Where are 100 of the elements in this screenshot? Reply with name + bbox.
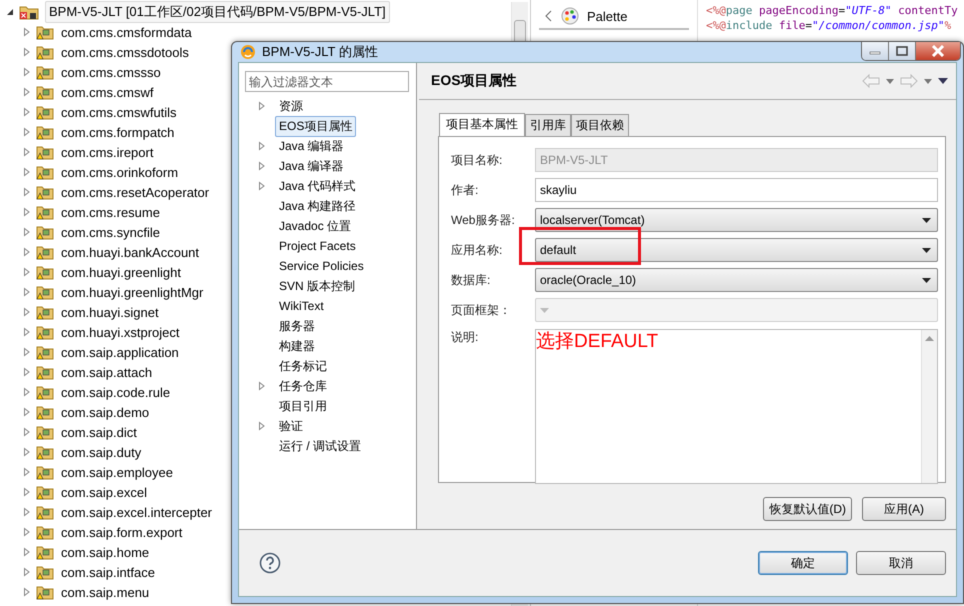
tab[interactable]: 项目基本属性 [439,113,525,136]
nav-item[interactable]: Java 编译器 [275,156,348,176]
tree-item[interactable]: BPM-V5-JLT [01工作区/02项目代码/BPM-V5/BPM-V5-JLT] [45,1,390,23]
tree-item[interactable]: com.cms.cmswf [58,84,156,100]
expand-icon[interactable] [22,47,32,57]
nav-item[interactable]: Java 构建路径 [275,196,360,216]
expand-icon[interactable] [257,161,267,171]
expand-icon[interactable] [22,287,32,297]
tree-item[interactable]: com.saip.excel.intercepter [58,504,216,520]
nav-item[interactable]: 任务仓库 [275,376,331,396]
tree-item[interactable]: com.huayi.greenlightMgr [58,284,206,300]
expand-icon[interactable] [22,447,32,457]
nav-item[interactable]: 任务标记 [275,356,331,376]
text-field[interactable]: skayliu [535,178,938,202]
nav-item[interactable]: 项目引用 [275,396,331,416]
nav-item[interactable]: 服务器 [275,316,319,336]
tree-item[interactable]: com.saip.application [58,344,182,360]
expand-icon[interactable] [22,547,32,557]
scrollbar[interactable] [921,330,937,483]
tree-item[interactable]: com.cms.resetAcoperator [58,184,212,200]
expand-icon[interactable] [257,181,267,191]
tree-item[interactable]: com.saip.menu [58,584,152,600]
expand-icon[interactable] [22,527,32,537]
expand-icon[interactable] [22,487,32,497]
expand-icon[interactable] [22,467,32,477]
nav-item[interactable]: 资源 [275,96,307,116]
tree-item[interactable]: com.saip.home [58,544,152,560]
expand-icon[interactable] [22,327,32,337]
tree-item[interactable]: com.saip.employee [58,464,176,480]
tree-item[interactable]: com.saip.duty [58,444,144,460]
expand-icon[interactable] [257,421,267,431]
tree-item[interactable]: com.cms.cmssdotools [58,44,192,60]
maximize-button[interactable] [889,42,916,60]
tree-item[interactable]: com.saip.code.rule [58,384,174,400]
tree-item[interactable]: com.cms.cmswfutils [58,104,180,120]
expand-icon[interactable] [22,567,32,577]
dropdown[interactable]: oracle(Oracle_10) [535,268,938,292]
expand-icon[interactable] [22,227,32,237]
nav-item[interactable]: Java 代码样式 [275,176,360,196]
tree-item[interactable]: com.cms.formpatch [58,124,178,140]
tree-item[interactable]: com.cms.resume [58,204,163,220]
nav-item[interactable]: Service Policies [275,257,368,275]
expand-icon[interactable] [22,87,32,97]
nav-item[interactable]: Javadoc 位置 [275,216,356,236]
tab[interactable]: 引用库 [525,114,571,136]
expand-icon[interactable] [22,167,32,177]
ok-button[interactable]: 确定 [758,551,848,575]
expand-icon[interactable] [22,107,32,117]
nav-item[interactable]: 验证 [275,416,307,436]
nav-item[interactable]: WikiText [275,297,328,315]
tree-item[interactable]: com.huayi.signet [58,304,162,320]
dropdown[interactable]: localserver(Tomcat) [535,208,938,232]
tree-item[interactable]: com.cms.orinkoform [58,164,182,180]
button[interactable]: 应用(A) [862,497,946,521]
cancel-button[interactable]: 取消 [856,551,946,575]
tree-item[interactable]: com.saip.form.export [58,524,186,540]
expand-icon[interactable] [22,67,32,77]
expand-icon[interactable] [22,347,32,357]
tree-item[interactable]: com.huayi.bankAccount [58,244,202,260]
expand-icon[interactable] [257,141,267,151]
tree-item[interactable]: com.huayi.greenlight [58,264,184,280]
description-field[interactable]: 选择DEFAULT [535,329,938,484]
expand-icon[interactable] [22,407,32,417]
nav-item[interactable]: Java 编辑器 [275,136,348,156]
tree-item[interactable]: com.cms.cmssso [58,64,164,80]
expand-icon[interactable] [22,187,32,197]
tree-item[interactable]: com.saip.excel [58,484,150,500]
expand-icon[interactable] [22,147,32,157]
minimize-button[interactable] [862,42,889,60]
expand-icon[interactable] [22,367,32,377]
nav-item[interactable]: EOS项目属性 [275,116,356,136]
nav-item[interactable]: 运行 / 调试设置 [275,436,366,456]
collapse-icon[interactable] [5,7,15,17]
tree-item[interactable]: com.saip.dict [58,424,140,440]
expand-icon[interactable] [22,127,32,137]
button[interactable]: 恢复默认值(D) [763,497,852,521]
nav-item[interactable]: 构建器 [275,336,319,356]
expand-icon[interactable] [22,207,32,217]
expand-icon[interactable] [22,27,32,37]
tree-item[interactable]: com.cms.ireport [58,144,156,160]
tab[interactable]: 项目依赖 [571,114,629,136]
expand-icon[interactable] [257,101,267,111]
filter-field[interactable]: 输入过滤器文本 [245,71,409,92]
expand-icon[interactable] [22,267,32,277]
tree-item[interactable]: com.cms.syncfile [58,224,163,240]
expand-icon[interactable] [22,307,32,317]
expand-icon[interactable] [22,507,32,517]
nav-item[interactable]: Project Facets [275,237,360,255]
dropdown[interactable]: default [535,238,938,262]
nav-item[interactable]: SVN 版本控制 [275,276,360,296]
expand-icon[interactable] [22,427,32,437]
tree-item[interactable]: com.huayi.xstproject [58,324,182,340]
tree-item[interactable]: com.saip.demo [58,404,152,420]
expand-icon[interactable] [22,387,32,397]
expand-icon[interactable] [22,587,32,597]
tree-item[interactable]: com.cms.cmsformdata [58,24,195,40]
tree-item[interactable]: com.saip.intface [58,564,158,580]
tree-item[interactable]: com.saip.attach [58,364,156,380]
close-button[interactable] [916,42,960,60]
expand-icon[interactable] [257,381,267,391]
